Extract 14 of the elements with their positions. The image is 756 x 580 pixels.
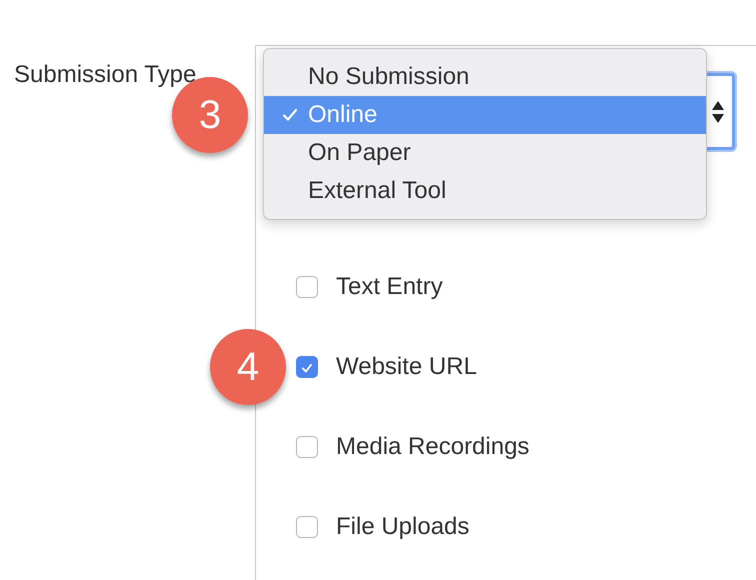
menu-item[interactable]: External Tool — [264, 172, 706, 210]
checkbox[interactable] — [296, 516, 318, 538]
step-badge: 4 — [210, 329, 286, 405]
option-label: Media Recordings — [336, 433, 530, 461]
checkbox[interactable] — [296, 436, 318, 458]
checkbox[interactable] — [296, 276, 318, 298]
menu-item[interactable]: On Paper — [264, 134, 706, 172]
up-down-arrows-icon — [712, 100, 724, 122]
menu-item[interactable]: No Submission — [264, 58, 706, 96]
option-label: Text Entry — [336, 273, 443, 301]
checkmark-icon — [282, 108, 298, 122]
option-label: File Uploads — [336, 513, 470, 541]
checkbox[interactable] — [296, 356, 318, 378]
option-label: Website URL — [336, 353, 477, 381]
